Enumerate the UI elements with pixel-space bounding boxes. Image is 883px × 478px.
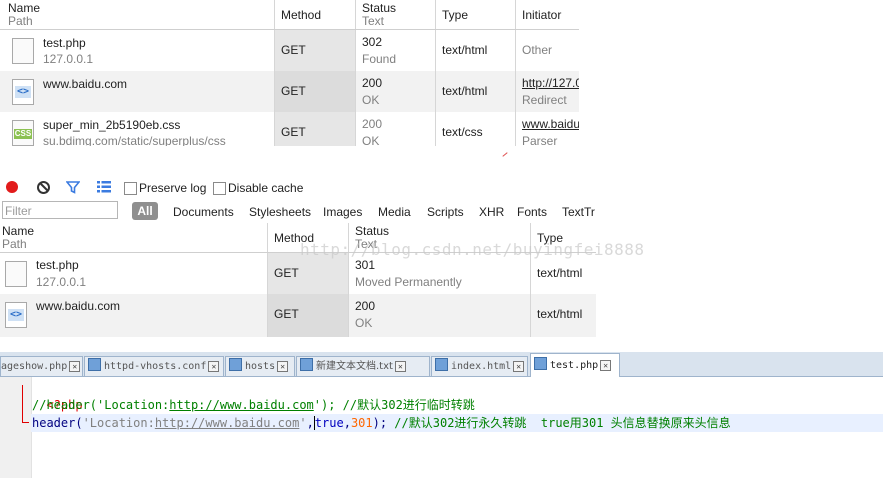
tab-ageshow-php[interactable]: ageshow.php ✕ — [0, 356, 83, 376]
initiator-cell: www.baidu Parser — [515, 112, 579, 146]
status-cell: 301 Moved Permanently — [348, 253, 531, 294]
initiator-link[interactable]: www.baidu — [522, 117, 579, 131]
html-file-icon: <> — [5, 302, 27, 328]
type-cell: text/html — [435, 30, 516, 71]
preserve-log-checkbox[interactable] — [124, 182, 137, 195]
filter-media[interactable]: Media — [378, 205, 411, 219]
filter-fonts[interactable]: Fonts — [517, 205, 547, 219]
list-view-icon[interactable] — [97, 181, 111, 193]
method-cell: GET — [274, 30, 356, 71]
method-cell: GET — [274, 112, 356, 146]
file-icon — [88, 358, 101, 371]
disable-cache-label: Disable cache — [228, 181, 304, 195]
close-icon[interactable]: ✕ — [600, 360, 612, 371]
table-row[interactable]: test.php 127.0.0.1 GET 302 Found text/ht… — [0, 30, 579, 71]
editor-tab-bar: ageshow.php ✕ httpd-vhosts.conf ✕ hosts ✕ 新… — [0, 352, 883, 377]
file-icon — [300, 358, 313, 371]
filter-input[interactable]: Filter — [2, 201, 118, 219]
column-type[interactable]: Type — [435, 0, 516, 29]
table-header: Name Path Method Status Text Type Initia… — [0, 0, 579, 30]
code-line-3[interactable]: header('Location:http://www.baidu.com',t… — [32, 414, 731, 432]
tab-new-text-doc[interactable]: 新建文本文档.txt ✕ — [296, 356, 430, 376]
red-mark — [502, 152, 508, 157]
type-cell: text/html — [530, 253, 596, 294]
filter-icon[interactable] — [66, 181, 80, 194]
tab-httpd-vhosts[interactable]: httpd-vhosts.conf ✕ — [84, 356, 224, 376]
column-initiator[interactable]: Initiator — [515, 0, 579, 29]
column-name[interactable]: Name Path — [0, 223, 267, 252]
name-cell: <> www.baidu.com — [0, 294, 267, 337]
table-row[interactable]: <> www.baidu.com GET 200 OK text/html — [0, 294, 596, 337]
preserve-log-label: Preserve log — [139, 181, 207, 195]
close-icon[interactable]: ✕ — [69, 361, 81, 372]
column-status[interactable]: Status Text — [355, 0, 436, 29]
tab-test-php[interactable]: test.php ✕ — [530, 353, 620, 377]
clear-icon[interactable] — [37, 181, 50, 194]
watermark: http://blog.csdn.net/buyingfei8888 — [300, 240, 645, 259]
column-name[interactable]: Name Path — [0, 0, 274, 29]
network-table-top: Name Path Method Status Text Type Initia… — [0, 0, 579, 146]
column-method[interactable]: Method — [274, 0, 356, 29]
initiator-cell: http://127.0 Redirect — [515, 71, 579, 112]
filter-documents[interactable]: Documents — [173, 205, 234, 219]
method-cell: GET — [274, 71, 356, 112]
filter-all-button[interactable]: All — [132, 202, 158, 220]
record-icon[interactable] — [6, 181, 18, 193]
close-icon[interactable]: ✕ — [513, 361, 525, 372]
filter-stylesheets[interactable]: Stylesheets — [249, 205, 311, 219]
code-line-2[interactable]: //header('Location:http://www.baidu.com'… — [32, 396, 475, 414]
type-cell: text/html — [530, 294, 596, 337]
name-cell: test.php 127.0.0.1 — [0, 253, 267, 294]
close-icon[interactable]: ✕ — [394, 361, 406, 372]
file-icon — [229, 358, 242, 371]
status-cell: 200 OK — [355, 112, 436, 146]
tab-hosts[interactable]: hosts ✕ — [225, 356, 295, 376]
status-cell: 200 OK — [355, 71, 436, 112]
close-icon[interactable]: ✕ — [208, 361, 220, 372]
filter-scripts[interactable]: Scripts — [427, 205, 464, 219]
name-cell: test.php 127.0.0.1 — [0, 30, 274, 71]
css-file-icon: CSS — [12, 120, 34, 146]
initiator-cell: Other — [515, 30, 579, 71]
name-cell: CSS super_min_2b5190eb.css su.bdimg.com/… — [0, 112, 274, 146]
file-icon — [5, 261, 27, 287]
file-icon — [435, 358, 448, 371]
name-cell: <> www.baidu.com — [0, 71, 274, 112]
status-cell: 200 OK — [348, 294, 531, 337]
type-cell: text/html — [435, 71, 516, 112]
close-icon[interactable]: ✕ — [277, 361, 289, 372]
status-cell: 302 Found — [355, 30, 436, 71]
html-file-icon: <> — [12, 79, 34, 105]
filter-images[interactable]: Images — [323, 205, 362, 219]
filter-xhr[interactable]: XHR — [479, 205, 504, 219]
fold-bracket — [22, 385, 29, 423]
table-row[interactable]: test.php 127.0.0.1 GET 301 Moved Permane… — [0, 253, 596, 294]
filter-texttracks[interactable]: TextTr — [562, 205, 596, 219]
type-cell: text/css — [435, 112, 516, 146]
initiator-link[interactable]: http://127.0 — [522, 76, 579, 90]
tab-index-html[interactable]: index.html ✕ — [431, 356, 528, 376]
disable-cache-checkbox[interactable] — [213, 182, 226, 195]
method-cell: GET — [267, 253, 349, 294]
table-row[interactable]: <> www.baidu.com GET 200 OK text/html ht… — [0, 71, 579, 112]
file-icon — [534, 357, 547, 370]
file-icon — [12, 38, 34, 64]
method-cell: GET — [267, 294, 349, 337]
table-row[interactable]: CSS super_min_2b5190eb.css su.bdimg.com/… — [0, 112, 579, 146]
